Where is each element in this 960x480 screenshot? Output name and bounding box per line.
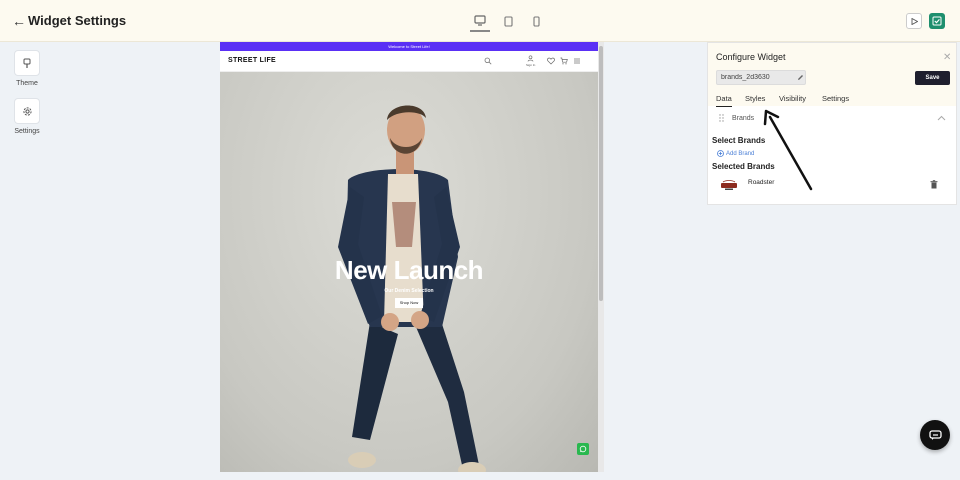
add-brand-link[interactable]: Add Brand — [717, 150, 754, 157]
user-icon — [527, 55, 534, 62]
brands-section-header[interactable]: Brands — [708, 106, 956, 132]
tab-styles[interactable]: Styles — [745, 94, 765, 106]
preview-play-button[interactable] — [906, 13, 922, 29]
pencil-icon[interactable] — [797, 74, 804, 81]
store-header: STREET LIFE Sign In — [220, 51, 598, 72]
store-preview: Welcome to Street Life! STREET LIFE Sign… — [220, 42, 598, 472]
mobile-icon — [532, 15, 540, 27]
panel-title: Configure Widget — [716, 52, 786, 62]
announcement-bar: Welcome to Street Life! — [220, 42, 598, 51]
rail-item-theme[interactable]: Theme — [12, 50, 42, 87]
shop-now-button[interactable]: Shop Now — [395, 298, 423, 308]
trash-icon[interactable] — [930, 180, 938, 189]
roadster-logo — [721, 180, 737, 190]
sign-in-link[interactable]: Sign In — [526, 55, 535, 67]
preview-scrollbar[interactable] — [598, 42, 604, 472]
menu-icon[interactable] — [573, 57, 581, 65]
plus-circle-icon — [717, 150, 724, 157]
panel-header: Configure Widget ✕ Save Data Styles Visi… — [708, 43, 956, 107]
drag-handle-icon[interactable] — [719, 114, 724, 122]
selected-brands-heading: Selected Brands — [712, 162, 775, 171]
rail-theme-box — [14, 50, 40, 76]
store-logo[interactable]: STREET LIFE — [228, 57, 276, 64]
play-icon — [911, 17, 918, 25]
publish-check-button[interactable] — [929, 13, 945, 29]
mobile-view-button[interactable] — [526, 10, 546, 32]
save-button[interactable]: Save — [915, 71, 950, 85]
add-brand-label: Add Brand — [726, 150, 755, 157]
search-icon[interactable] — [484, 57, 492, 65]
desktop-icon — [474, 14, 486, 26]
page-title: Widget Settings — [28, 13, 127, 28]
heart-icon[interactable] — [547, 57, 555, 65]
sign-in-label: Sign In — [526, 63, 536, 67]
rail-label-settings: Settings — [14, 128, 40, 135]
select-brands-heading: Select Brands — [712, 136, 766, 145]
scroll-thumb[interactable] — [599, 46, 603, 301]
brush-icon — [23, 58, 31, 68]
hero-banner[interactable]: New Launch Our Denim Selection Shop Now — [220, 72, 598, 472]
top-bar: ← Widget Settings — [0, 0, 960, 42]
widget-name-field[interactable] — [716, 70, 806, 85]
back-arrow-icon[interactable]: ← — [12, 13, 26, 29]
brand-name: Roadster — [748, 179, 775, 186]
tablet-icon — [503, 15, 513, 27]
check-icon — [932, 16, 942, 26]
tablet-view-button[interactable] — [498, 10, 518, 32]
brands-section-label: Brands — [732, 115, 755, 122]
chevron-up-icon[interactable] — [937, 115, 946, 121]
tab-visibility[interactable]: Visibility — [779, 94, 806, 106]
chat-icon — [928, 429, 942, 440]
rail-label-theme: Theme — [16, 80, 38, 87]
cart-icon[interactable] — [560, 57, 568, 65]
chat-button[interactable] — [920, 420, 950, 450]
desktop-view-button[interactable] — [470, 10, 490, 32]
hero-subtitle: Our Denim Selection — [384, 288, 434, 294]
tab-settings[interactable]: Settings — [822, 94, 849, 106]
rail-item-settings[interactable]: Settings — [12, 98, 42, 135]
hero-title: New Launch — [334, 255, 484, 285]
whatsapp-icon — [579, 445, 587, 453]
gear-icon — [22, 106, 32, 116]
whatsapp-button[interactable] — [577, 443, 589, 455]
configure-widget-panel: Configure Widget ✕ Save Data Styles Visi… — [707, 42, 957, 205]
rail-settings-box — [14, 98, 40, 124]
close-icon[interactable]: ✕ — [943, 52, 951, 63]
